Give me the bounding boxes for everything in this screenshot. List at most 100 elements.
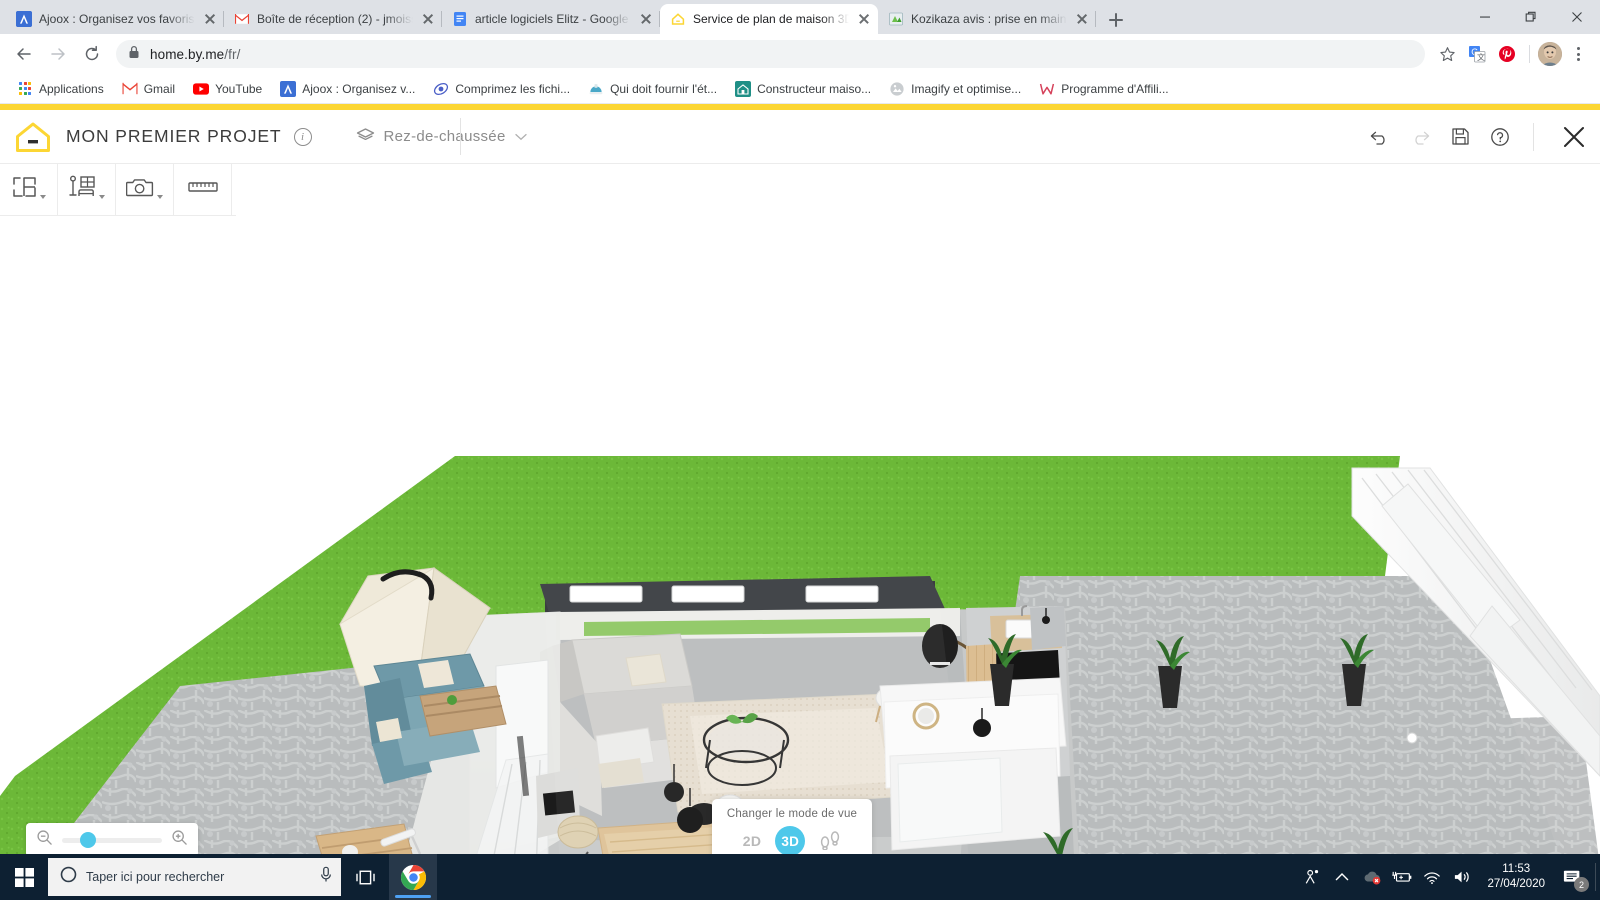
toolbar-divider <box>1529 45 1530 63</box>
tab-title: Kozikaza avis : prise en main pou <box>911 12 1067 26</box>
search-input[interactable]: Taper ici pour rechercher <box>48 858 341 896</box>
bookmarks-bar: Applications Gmail YouTube Ajoox : Organ… <box>0 74 1600 104</box>
lock-icon <box>128 45 140 64</box>
info-icon[interactable]: i <box>293 127 312 146</box>
measure-tool[interactable] <box>174 164 232 215</box>
chevron-down-icon[interactable] <box>39 195 46 199</box>
bookmark-comprimez[interactable]: Comprimez les fichi... <box>426 78 577 100</box>
battery-plug-icon[interactable] <box>1387 854 1417 900</box>
browser-tab-gmail[interactable]: Boîte de réception (2) - jmoisson <box>224 4 442 34</box>
tab-strip: Ajoox : Organisez vos favoris et g Boîte… <box>0 0 1600 34</box>
minimize-icon[interactable] <box>1462 0 1508 34</box>
zoom-slider-track[interactable] <box>62 832 162 848</box>
magnifier-plus-icon[interactable] <box>171 829 188 851</box>
zoom-slider-handle[interactable] <box>80 832 96 848</box>
close-icon[interactable] <box>202 11 218 27</box>
pinterest-icon[interactable] <box>1493 40 1521 68</box>
camera-icon <box>125 176 154 203</box>
browser-tab-ajoox[interactable]: Ajoox : Organisez vos favoris et g <box>6 4 224 34</box>
floor-plan-icon <box>12 176 37 203</box>
bookmark-constructeur[interactable]: Constructeur maiso... <box>728 78 878 100</box>
view-mode-label: Changer le mode de vue <box>726 808 858 820</box>
apps-grid-icon <box>17 81 33 97</box>
volume-icon[interactable] <box>1447 854 1477 900</box>
new-tab-button[interactable] <box>1102 6 1130 34</box>
task-view-icon[interactable] <box>341 854 389 900</box>
close-icon[interactable] <box>1554 0 1600 34</box>
window-controls <box>1462 0 1600 34</box>
footprints-icon[interactable] <box>819 830 841 853</box>
chevron-down-icon <box>514 128 527 145</box>
bookmark-label: Constructeur maiso... <box>757 81 872 96</box>
camera-tool[interactable] <box>116 164 174 215</box>
notifications-icon[interactable]: 2 <box>1555 854 1591 900</box>
bookmark-label: YouTube <box>215 81 263 96</box>
3d-viewport[interactable]: Changer le mode de vue 2D 3D <box>0 216 1600 867</box>
floor-plan-tool[interactable] <box>0 164 58 215</box>
people-icon[interactable] <box>1297 854 1327 900</box>
ajoox-icon <box>280 80 297 97</box>
bookmark-applications[interactable]: Applications <box>10 78 111 100</box>
zoom-control[interactable] <box>26 823 198 857</box>
house-teal-icon <box>735 80 752 97</box>
redo-arrow-icon <box>1407 124 1433 150</box>
homebyme-icon <box>670 11 686 27</box>
notification-count-badge: 2 <box>1574 877 1589 892</box>
onedrive-error-icon[interactable] <box>1357 854 1387 900</box>
floppy-disk-icon[interactable] <box>1447 124 1473 150</box>
bookmark-star-icon[interactable] <box>1433 40 1461 68</box>
profile-avatar[interactable] <box>1538 42 1562 66</box>
bookmark-gmail[interactable]: Gmail <box>115 78 182 100</box>
page-title: MON PREMIER PROJET <box>66 126 282 146</box>
close-icon[interactable] <box>1554 117 1594 157</box>
chrome-menu-icon[interactable] <box>1564 40 1592 68</box>
browser-tab-kozikaza[interactable]: Kozikaza avis : prise en main pou <box>878 4 1096 34</box>
floor-selector[interactable]: Rez-de-chaussée <box>356 127 527 147</box>
question-mark-circle-icon[interactable] <box>1487 124 1513 150</box>
ruler-icon <box>187 180 218 199</box>
url-text: home.by.me/fr/ <box>150 46 241 62</box>
wifi-icon[interactable] <box>1417 854 1447 900</box>
bookmark-youtube[interactable]: YouTube <box>186 78 269 100</box>
magnifier-minus-icon[interactable] <box>36 829 53 851</box>
gmail-icon <box>122 81 138 97</box>
browser-tab-google-docs[interactable]: article logiciels Elitz - Google Do <box>442 4 660 34</box>
close-icon[interactable] <box>856 11 872 27</box>
microphone-icon[interactable] <box>319 866 333 888</box>
bookmark-ajoox[interactable]: Ajoox : Organisez v... <box>273 78 422 100</box>
view-mode-options: 2D 3D <box>743 826 842 856</box>
forward-arrow-icon[interactable] <box>42 38 74 70</box>
bookmark-label: Programme d'Affili... <box>1061 81 1169 96</box>
restore-icon[interactable] <box>1508 0 1554 34</box>
browser-tab-homebyme[interactable]: Service de plan de maison 3D : g <box>660 4 878 34</box>
house-logo-icon[interactable] <box>14 120 52 154</box>
reload-icon[interactable] <box>76 38 108 70</box>
wordpress-w-icon <box>1039 81 1055 97</box>
chevron-down-icon[interactable] <box>157 195 163 199</box>
clock-date: 27/04/2020 <box>1487 878 1545 890</box>
bookmark-qui-doit-fournir[interactable]: Qui doit fournir l'ét... <box>581 78 724 100</box>
helmet-icon <box>588 81 604 97</box>
chevron-down-icon[interactable] <box>99 195 105 199</box>
bookmark-programme-affiliation[interactable]: Programme d'Affili... <box>1032 78 1175 100</box>
google-translate-icon[interactable]: G文 <box>1463 40 1491 68</box>
undo-arrow-icon[interactable] <box>1367 124 1393 150</box>
close-icon[interactable] <box>1074 11 1090 27</box>
back-arrow-icon[interactable] <box>8 38 40 70</box>
view-mode-2d[interactable]: 2D <box>743 833 762 849</box>
svg-text:文: 文 <box>1477 52 1485 62</box>
windows-start-icon[interactable] <box>0 854 48 900</box>
close-icon[interactable] <box>420 11 436 27</box>
browser-toolbar: home.by.me/fr/ G文 <box>0 34 1600 74</box>
system-tray: 11:53 27/04/2020 2 <box>1297 854 1600 900</box>
address-bar[interactable]: home.by.me/fr/ <box>116 40 1425 68</box>
close-icon[interactable] <box>638 11 654 27</box>
clock[interactable]: 11:53 27/04/2020 <box>1477 862 1555 892</box>
view-mode-3d[interactable]: 3D <box>775 826 806 856</box>
tab-title: article logiciels Elitz - Google Do <box>475 12 631 26</box>
furniture-tool[interactable] <box>58 164 116 215</box>
chrome-icon[interactable] <box>389 854 437 900</box>
show-hidden-icons-chevron[interactable] <box>1327 854 1357 900</box>
tab-title: Ajoox : Organisez vos favoris et g <box>39 12 195 26</box>
bookmark-imagify[interactable]: Imagify et optimise... <box>882 78 1028 100</box>
